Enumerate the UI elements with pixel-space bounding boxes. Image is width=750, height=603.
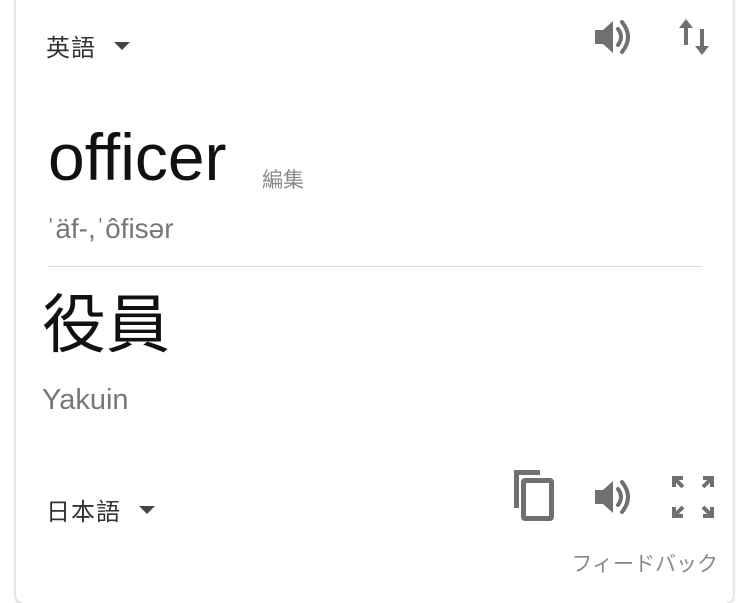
fullscreen-icon[interactable] [671, 475, 715, 519]
source-language-label: 英語 [46, 34, 96, 62]
romanization: Yakuin [42, 384, 129, 416]
speaker-icon[interactable] [593, 477, 635, 517]
feedback-link[interactable]: フィードバック [571, 548, 718, 578]
chevron-down-icon [114, 41, 130, 50]
page: 英語 officer 編集 ˈäf-,ˈôfisər 役員 Yakuin 日本語 [0, 0, 750, 603]
pronunciation: ˈäf-,ˈôfisər [46, 213, 174, 244]
translated-word: 役員 [42, 289, 170, 363]
target-language-label: 日本語 [46, 498, 121, 526]
swap-icon[interactable] [677, 17, 711, 57]
edit-link[interactable]: 編集 [262, 164, 304, 194]
target-language-select[interactable]: 日本語 [46, 492, 155, 527]
source-word: officer [48, 120, 227, 194]
source-language-select[interactable]: 英語 [46, 28, 130, 63]
speaker-icon[interactable] [593, 17, 635, 57]
copy-icon[interactable] [510, 468, 556, 522]
divider [48, 266, 702, 267]
chevron-down-icon [139, 505, 155, 514]
